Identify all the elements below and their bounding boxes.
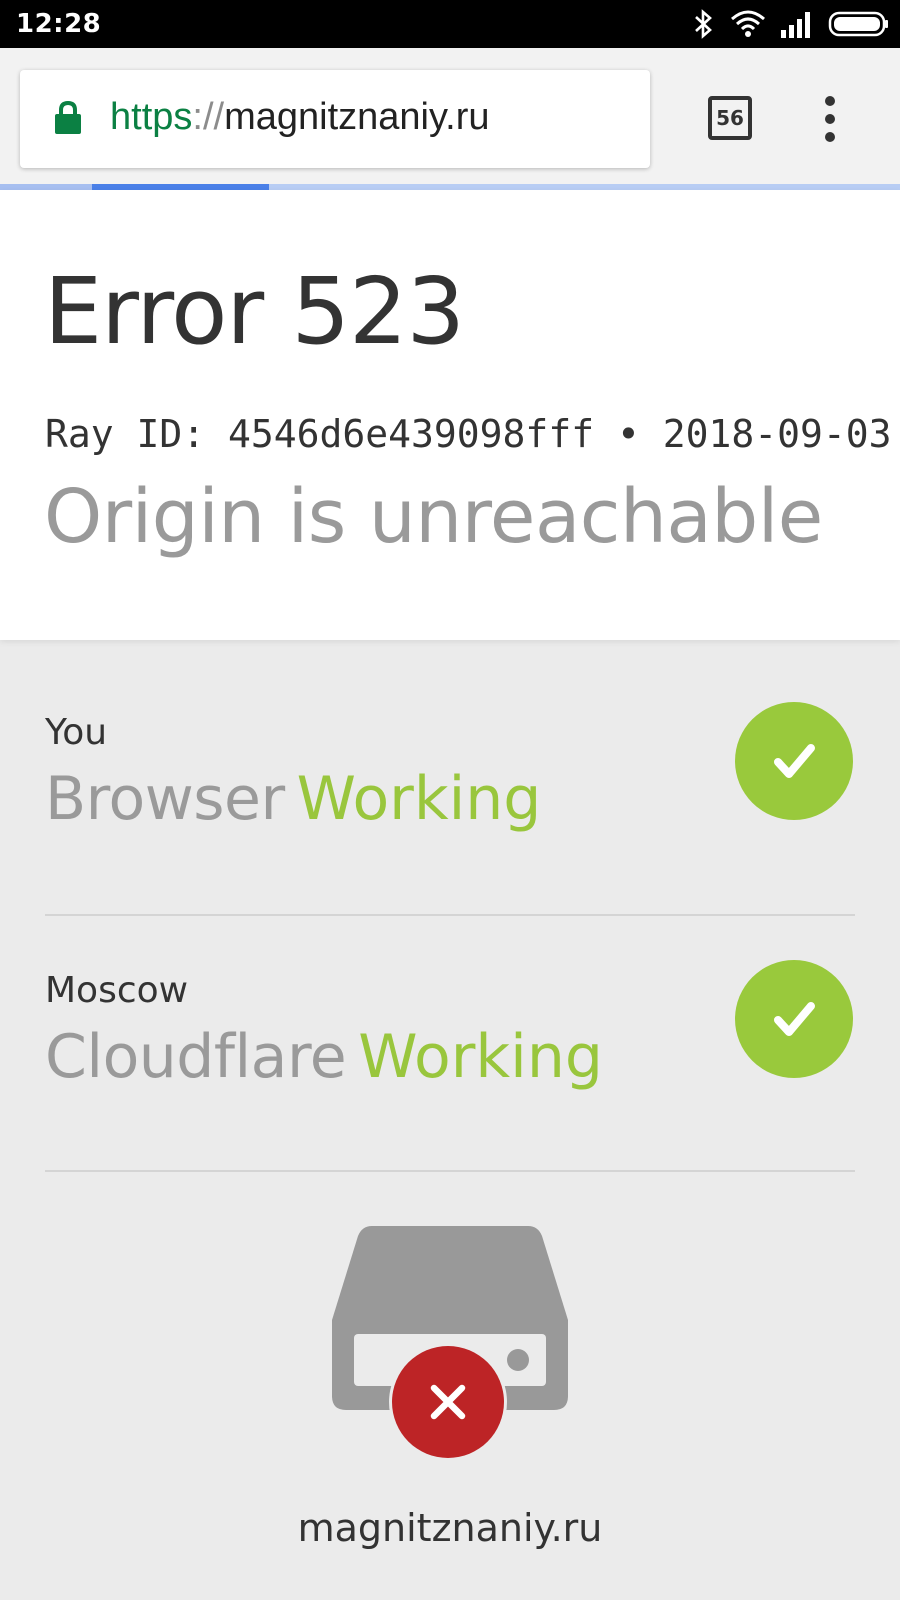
error-subtitle: Origin is unreachable xyxy=(44,474,823,560)
page-title: Error 523 xyxy=(44,258,465,365)
check-icon xyxy=(735,960,853,1078)
signal-icon xyxy=(781,12,810,38)
row-name: Cloudflare xyxy=(45,1022,347,1092)
check-icon xyxy=(735,702,853,820)
status-row-browser: You Browser Working xyxy=(45,702,855,882)
wifi-icon xyxy=(731,10,765,37)
tabs-icon[interactable]: 56 xyxy=(708,96,752,140)
divider xyxy=(45,1170,855,1172)
row-name: Browser xyxy=(45,764,285,834)
status-icons xyxy=(692,6,890,42)
error-header: Error 523 Ray ID: 4546d6e439098fff • 201… xyxy=(0,190,900,640)
address-bar[interactable]: https://magnitznaniy.ru xyxy=(20,70,650,168)
more-vert-icon[interactable] xyxy=(820,96,840,142)
bluetooth-icon xyxy=(695,9,712,39)
row-status-line: Cloudflare Working xyxy=(45,1022,603,1092)
host-name: magnitznaniy.ru xyxy=(297,1506,603,1550)
url-separator: :// xyxy=(192,96,225,138)
url-scheme: https xyxy=(110,96,193,138)
url-text[interactable]: https://magnitznaniy.ru xyxy=(110,96,490,139)
status-bar: 12:28 xyxy=(0,0,900,48)
battery-icon xyxy=(828,11,888,37)
status-time: 12:28 xyxy=(16,9,102,39)
row-status-line: Browser Working xyxy=(45,764,541,834)
divider xyxy=(45,914,855,916)
ray-id: Ray ID: 4546d6e439098fff • 2018-09-03 xyxy=(45,412,892,456)
lock-icon xyxy=(55,100,81,134)
row-state: Working xyxy=(358,1022,603,1092)
server-error-icon xyxy=(332,1226,568,1461)
status-row-cloudflare: Moscow Cloudflare Working xyxy=(45,960,855,1140)
browser-toolbar: https://magnitznaniy.ru 56 xyxy=(0,48,900,188)
row-location: You xyxy=(45,712,108,753)
row-location: Moscow xyxy=(45,970,189,1011)
row-state: Working xyxy=(296,764,542,834)
url-host: magnitznaniy.ru xyxy=(224,96,490,138)
